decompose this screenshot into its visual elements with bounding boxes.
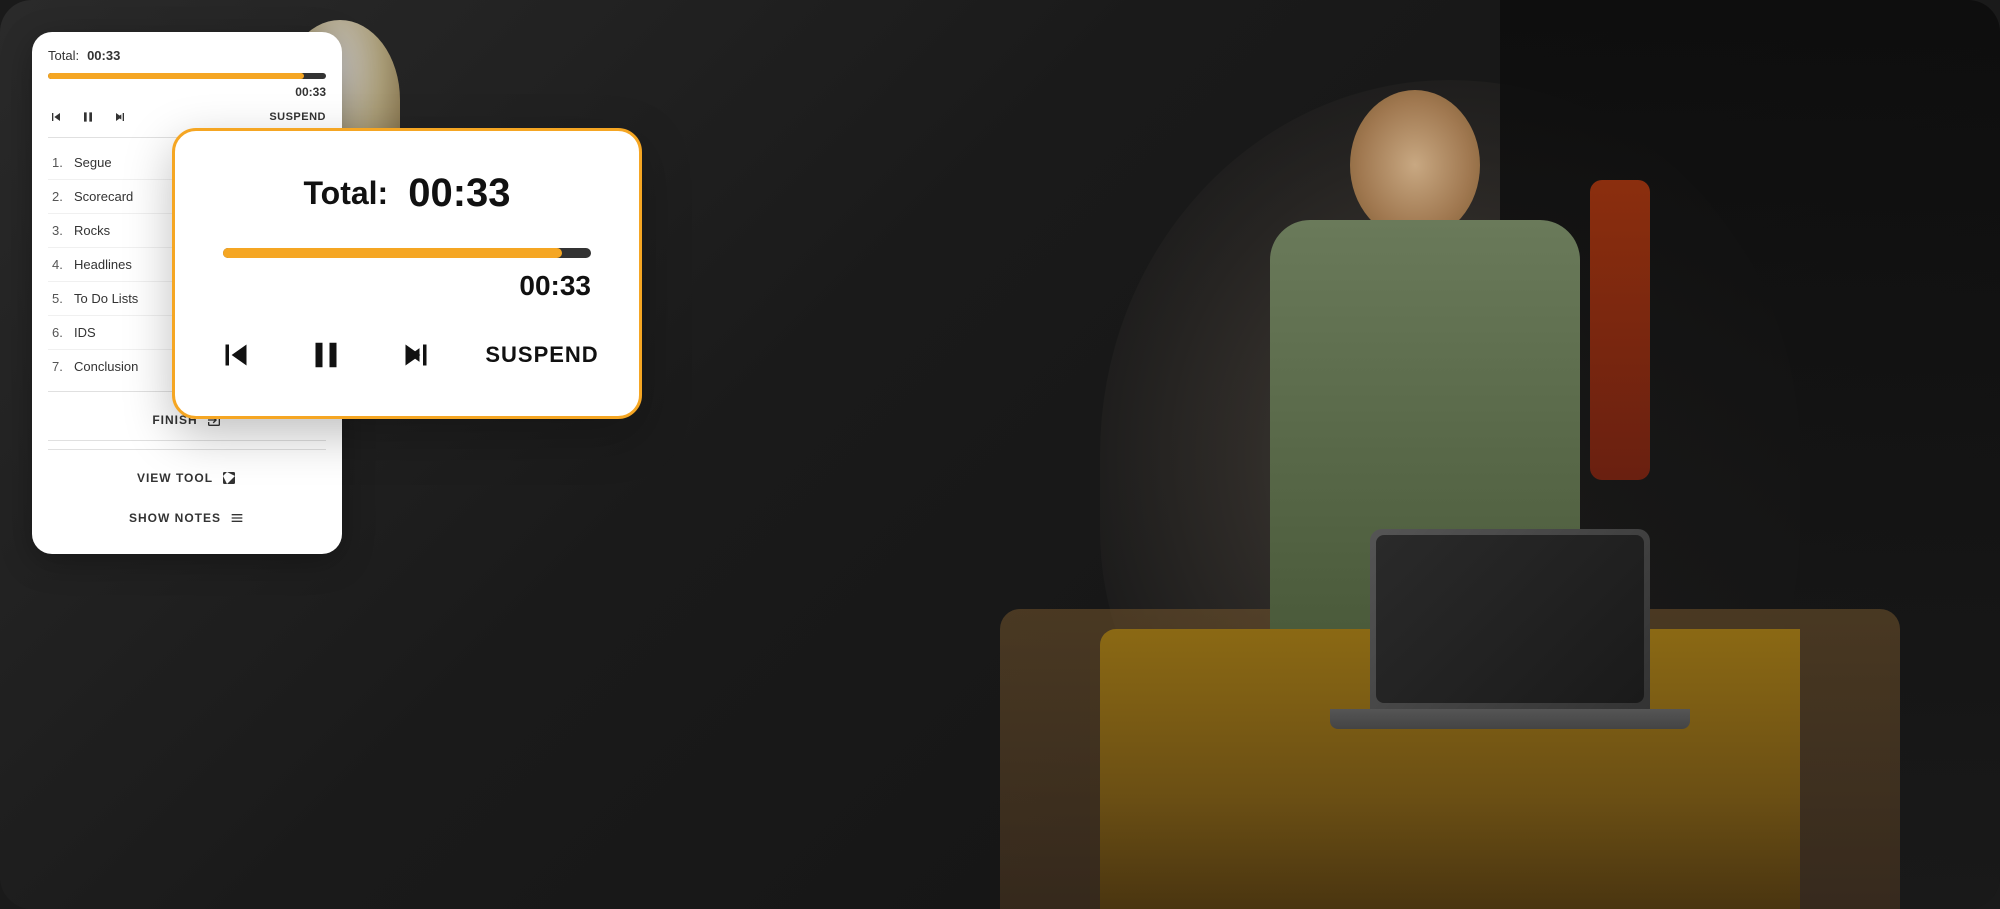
small-progress-time: 00:33 [48,85,326,99]
item-number: 4. [52,257,74,272]
panel-large: Total: 00:33 00:33 SUSPEND [172,128,642,419]
small-suspend-button[interactable]: SUSPEND [269,111,326,123]
large-progress-fill [223,248,562,258]
skip-back-icon [48,109,64,125]
large-pause-icon [305,334,347,376]
view-tool-row[interactable]: VIEW TOOL [48,458,326,498]
large-controls: SUSPEND [223,334,591,376]
large-progress-time: 00:33 [223,270,591,302]
small-next-button[interactable] [112,109,128,125]
small-total-label: Total: [48,48,79,63]
item-number: 7. [52,359,74,374]
large-next-button[interactable] [395,334,437,376]
item-number: 5. [52,291,74,306]
item-number: 6. [52,325,74,340]
large-pause-button[interactable] [305,334,347,376]
small-pause-button[interactable] [80,109,96,125]
small-total-row: Total: 00:33 [48,48,326,63]
show-notes-row[interactable]: SHOW NOTES [48,498,326,538]
large-prev-button[interactable] [215,334,257,376]
view-tool-icon [221,470,237,486]
pause-icon [80,109,96,125]
small-total-time: 00:33 [87,48,120,63]
laptop-base [1330,709,1690,729]
person-head [1350,90,1480,240]
small-controls: SUSPEND [48,109,326,125]
large-suspend-button[interactable]: SUSPEND [485,342,598,368]
item-number: 1. [52,155,74,170]
large-skip-back-icon [215,334,257,376]
large-total-time: 00:33 [408,171,510,216]
small-progress-bar [48,73,326,79]
show-notes-label: SHOW NOTES [129,511,221,525]
large-total-label: Total: [303,175,388,212]
small-progress-fill [48,73,304,79]
large-total-row: Total: 00:33 [223,171,591,216]
laptop-screen [1370,529,1650,709]
small-prev-button[interactable] [48,109,64,125]
show-notes-icon [229,510,245,526]
skip-forward-icon [112,109,128,125]
view-tool-label: VIEW TOOL [137,471,213,485]
item-number: 2. [52,189,74,204]
item-number: 3. [52,223,74,238]
divider-3 [48,449,326,450]
large-skip-forward-icon [395,334,437,376]
chair [1590,180,1650,480]
large-progress-bar [223,248,591,258]
